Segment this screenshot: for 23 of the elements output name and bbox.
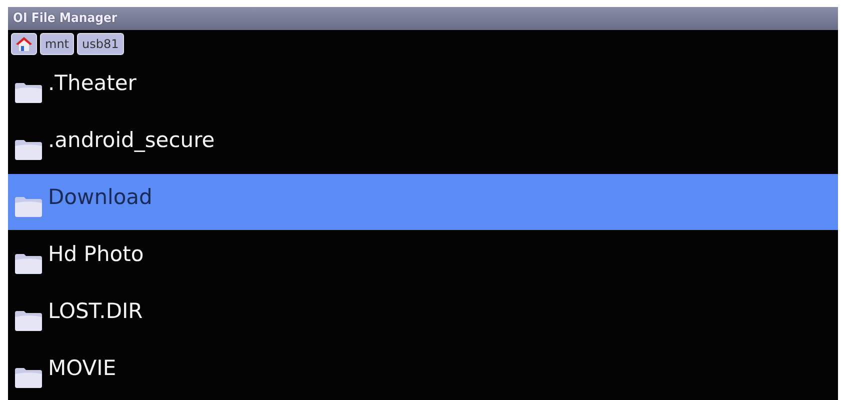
folder-icon [14, 365, 44, 389]
file-row[interactable]: .Theater [8, 60, 838, 116]
file-row[interactable]: Download [8, 174, 838, 230]
file-row[interactable]: Hd Photo [8, 231, 838, 287]
folder-icon [14, 251, 44, 275]
folder-name: .android_secure [48, 128, 215, 152]
path-button[interactable]: mnt [40, 33, 74, 55]
folder-icon [14, 137, 44, 161]
folder-name: .Theater [48, 71, 136, 95]
folder-icon [14, 308, 44, 332]
folder-icon [14, 194, 44, 218]
file-row[interactable]: LOST.DIR [8, 288, 838, 344]
folder-name: Hd Photo [48, 242, 144, 266]
file-row[interactable]: .android_secure [8, 117, 838, 173]
file-row[interactable]: MOVIE [8, 345, 838, 400]
folder-icon [14, 80, 44, 104]
house-icon [15, 36, 33, 52]
folder-name: MOVIE [48, 356, 116, 380]
path-button[interactable]: usb81 [77, 33, 124, 55]
home-button[interactable] [11, 33, 37, 55]
folder-name: LOST.DIR [48, 299, 143, 323]
folder-name: Download [48, 185, 152, 209]
window-title: OI File Manager [13, 11, 118, 26]
